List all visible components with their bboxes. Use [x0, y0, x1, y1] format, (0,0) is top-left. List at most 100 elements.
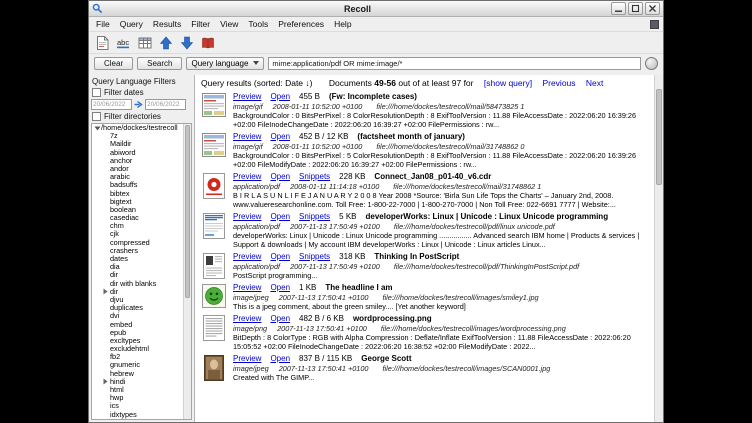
result-link-snippets[interactable]: Snippets [299, 172, 330, 181]
find-letters-icon[interactable]: abc [115, 35, 132, 51]
tree-item[interactable]: compressed [92, 239, 184, 247]
tree-scrollbar-thumb[interactable] [185, 125, 190, 298]
menu-query[interactable]: Query [115, 18, 148, 30]
tree-item[interactable]: duplicates [92, 304, 184, 312]
tree-item[interactable]: html [92, 386, 184, 394]
minimize-icon[interactable] [611, 2, 626, 15]
menu-results[interactable]: Results [148, 18, 186, 30]
tree-item[interactable]: bibtex [92, 190, 184, 198]
search-menu-icon[interactable] [645, 57, 658, 70]
pdf-icon[interactable] [201, 172, 227, 209]
result-link-preview[interactable]: Preview [233, 252, 261, 261]
result-link-open[interactable]: Open [270, 92, 290, 101]
tree-item[interactable]: andor [92, 165, 184, 173]
tree-root-item[interactable]: /home/dockes/testrecoll [92, 124, 184, 132]
tree-item[interactable]: ics [92, 402, 184, 410]
result-link-open[interactable]: Open [270, 252, 290, 261]
tree-item[interactable]: dia [92, 263, 184, 271]
date-to-input[interactable] [145, 99, 186, 110]
tree-item[interactable]: hindi [92, 378, 184, 386]
filter-dates-label: Filter dates [104, 88, 144, 97]
filter-dates-checkbox-icon[interactable] [92, 88, 101, 97]
menu-tools[interactable]: Tools [243, 18, 273, 30]
menu-filter[interactable]: Filter [186, 18, 215, 30]
menu-help[interactable]: Help [329, 18, 356, 30]
result-link-preview[interactable]: Preview [233, 132, 261, 141]
tree-item[interactable]: dates [92, 255, 184, 263]
result-link-open[interactable]: Open [270, 212, 290, 221]
result-link-open[interactable]: Open [270, 354, 290, 363]
collapse-icon[interactable] [94, 126, 101, 131]
filter-directories-toggle[interactable]: Filter directories [89, 111, 194, 122]
smiley-icon[interactable] [201, 283, 227, 311]
tree-item[interactable]: hebrew [92, 370, 184, 378]
menu-file[interactable]: File [91, 18, 115, 30]
tree-scrollbar[interactable] [183, 124, 191, 419]
result-link-preview[interactable]: Preview [233, 212, 261, 221]
page-up-icon[interactable] [157, 35, 174, 51]
results-scrollbar-thumb[interactable] [656, 89, 662, 185]
result-link-preview[interactable]: Preview [233, 283, 261, 292]
tree-item[interactable]: casediac [92, 214, 184, 222]
tree-item[interactable]: anchor [92, 157, 184, 165]
tree-item[interactable]: badsuffs [92, 181, 184, 189]
tree-item[interactable]: excludehtml [92, 345, 184, 353]
result-link-open[interactable]: Open [270, 314, 290, 323]
tree-item[interactable]: embed [92, 321, 184, 329]
maximize-icon[interactable] [628, 2, 643, 15]
tree-item[interactable]: chm [92, 222, 184, 230]
result-link-preview[interactable]: Preview [233, 314, 261, 323]
result-link-open[interactable]: Open [270, 283, 290, 292]
postscript-doc-icon[interactable] [201, 252, 227, 280]
tree-item[interactable]: bigtext [92, 198, 184, 206]
tree-item[interactable]: Maildir [92, 140, 184, 148]
ibm-doc-icon[interactable] [201, 212, 227, 249]
result-link-preview[interactable]: Preview [233, 172, 261, 181]
tree-item[interactable]: abiword [92, 149, 184, 157]
table-view-icon[interactable] [136, 35, 153, 51]
result-link-open[interactable]: Open [270, 132, 290, 141]
tree-item[interactable]: dvi [92, 312, 184, 320]
search-mode-value: Query language [191, 59, 248, 68]
tree-item[interactable]: idxtypes [92, 411, 184, 419]
tree-item[interactable]: gnumeric [92, 361, 184, 369]
show-query-link[interactable]: [show query] [484, 78, 532, 88]
next-page-link[interactable]: Next [586, 78, 603, 88]
date-from-input[interactable] [91, 99, 132, 110]
result-date: 2008-01-11 10:52:00 +0100 [273, 142, 363, 151]
result-link-snippets[interactable]: Snippets [299, 252, 330, 261]
tree-item[interactable]: crashers [92, 247, 184, 255]
results-list: PreviewOpen455 B(Fw: Incomplete cases)im… [195, 91, 663, 422]
gif-image-icon[interactable] [201, 92, 227, 129]
tree-item[interactable]: dir [92, 288, 184, 296]
menu-preferences[interactable]: Preferences [273, 18, 329, 30]
filter-directories-checkbox-icon[interactable] [92, 112, 101, 121]
result-link-open[interactable]: Open [270, 172, 290, 181]
results-scrollbar[interactable] [654, 75, 663, 422]
tree-item[interactable]: arabic [92, 173, 184, 181]
page-down-icon[interactable] [178, 35, 195, 51]
search-button[interactable]: Search [137, 57, 182, 70]
tree-item[interactable]: 7z [92, 132, 184, 140]
result-link-snippets[interactable]: Snippets [299, 212, 330, 221]
tree-item[interactable]: hwp [92, 394, 184, 402]
query-input[interactable] [268, 57, 641, 70]
result-link-preview[interactable]: Preview [233, 92, 261, 101]
text-doc-icon[interactable] [201, 314, 227, 351]
close-icon[interactable] [645, 2, 660, 15]
photo-icon[interactable] [201, 354, 227, 382]
filter-dates-toggle[interactable]: Filter dates [89, 87, 194, 98]
result-link-preview[interactable]: Preview [233, 354, 261, 363]
clear-button[interactable]: Clear [94, 57, 133, 70]
titlebar[interactable]: Recoll [89, 1, 663, 17]
menubar: FileQueryResultsFilterViewToolsPreferenc… [89, 17, 663, 32]
manual-icon[interactable] [199, 35, 216, 51]
gif-image-icon[interactable] [201, 132, 227, 169]
directory-tree[interactable]: /home/dockes/testrecoll 7zMaildirabiword… [91, 123, 192, 420]
menu-view[interactable]: View [215, 18, 243, 30]
search-mode-select[interactable]: Query language [186, 57, 264, 70]
document-icon[interactable] [94, 35, 111, 51]
tree-item[interactable]: dir with blanks [92, 280, 184, 288]
previous-page-link[interactable]: Previous [542, 78, 575, 88]
result-date: 2008-01-11 10:52:00 +0100 [273, 102, 363, 111]
